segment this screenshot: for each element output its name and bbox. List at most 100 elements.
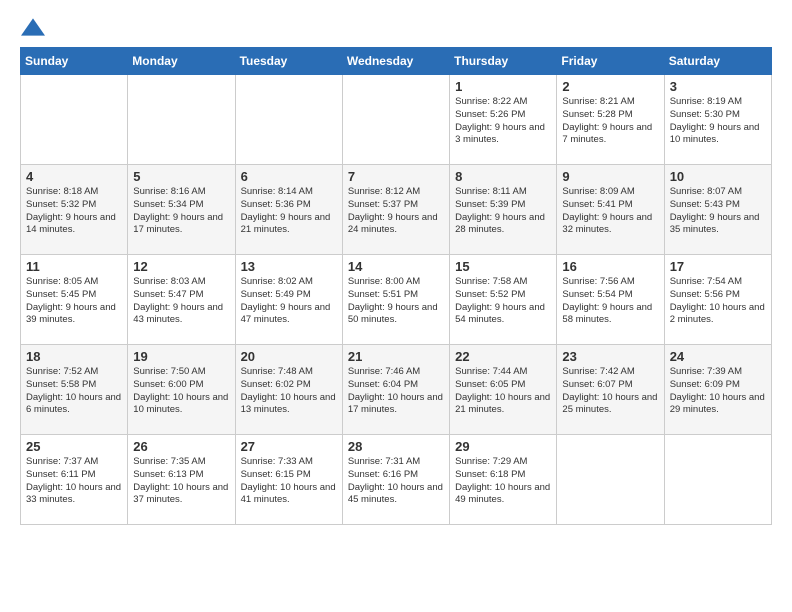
day-info: Sunrise: 8:19 AM Sunset: 5:30 PM Dayligh…	[670, 96, 766, 147]
day-info: Sunrise: 8:11 AM Sunset: 5:39 PM Dayligh…	[455, 186, 551, 237]
header-cell-sunday: Sunday	[21, 48, 128, 75]
header-row: SundayMondayTuesdayWednesdayThursdayFrid…	[21, 48, 772, 75]
day-number: 9	[562, 169, 658, 184]
day-number: 13	[241, 259, 337, 274]
day-cell: 11Sunrise: 8:05 AM Sunset: 5:45 PM Dayli…	[21, 255, 128, 345]
day-number: 17	[670, 259, 766, 274]
day-number: 6	[241, 169, 337, 184]
day-cell: 22 Sunrise: 7:44 AM Sunset: 6:05 PM Dayli…	[450, 345, 557, 435]
day-cell: 2 Sunrise: 8:21 AM Sunset: 5:28 PM Daylig…	[557, 75, 664, 165]
header-cell-saturday: Saturday	[664, 48, 771, 75]
day-info: Sunrise: 7:33 AM Sunset: 6:15 PM Dayligh…	[241, 456, 337, 507]
week-row-5: 25 Sunrise: 7:37 AM Sunset: 6:11 PM Dayli…	[21, 435, 772, 525]
day-info: Sunrise: 7:39 AM Sunset: 6:09 PM Dayligh…	[670, 366, 766, 417]
day-info: Sunrise: 8:16 AM Sunset: 5:34 PM Dayligh…	[133, 186, 229, 237]
day-number: 29	[455, 439, 551, 454]
day-info: Sunrise: 8:18 AM Sunset: 5:32 PM Dayligh…	[26, 186, 122, 237]
day-cell: 3 Sunrise: 8:19 AM Sunset: 5:30 PM Daylig…	[664, 75, 771, 165]
day-cell	[128, 75, 235, 165]
day-info: Sunrise: 8:22 AM Sunset: 5:26 PM Dayligh…	[455, 96, 551, 147]
day-cell	[21, 75, 128, 165]
day-number: 26	[133, 439, 229, 454]
day-number: 3	[670, 79, 766, 94]
day-cell: 6Sunrise: 8:14 AM Sunset: 5:36 PM Daylig…	[235, 165, 342, 255]
day-cell: 28Sunrise: 7:31 AM Sunset: 6:16 PM Dayli…	[342, 435, 449, 525]
day-info: Sunrise: 7:54 AM Sunset: 5:56 PM Dayligh…	[670, 276, 766, 327]
day-cell: 20 Sunrise: 7:48 AM Sunset: 6:02 PM Dayli…	[235, 345, 342, 435]
day-info: Sunrise: 8:03 AM Sunset: 5:47 PM Dayligh…	[133, 276, 229, 327]
day-cell	[664, 435, 771, 525]
day-cell: 7 Sunrise: 8:12 AM Sunset: 5:37 PM Daylig…	[342, 165, 449, 255]
day-cell	[342, 75, 449, 165]
day-info: Sunrise: 7:46 AM Sunset: 6:04 PM Dayligh…	[348, 366, 444, 417]
logo	[20, 16, 46, 37]
day-number: 15	[455, 259, 551, 274]
day-number: 20	[241, 349, 337, 364]
day-cell: 18 Sunrise: 7:52 AM Sunset: 5:58 PM Dayli…	[21, 345, 128, 435]
day-info: Sunrise: 8:12 AM Sunset: 5:37 PM Dayligh…	[348, 186, 444, 237]
day-info: Sunrise: 8:02 AM Sunset: 5:49 PM Dayligh…	[241, 276, 337, 327]
header-cell-wednesday: Wednesday	[342, 48, 449, 75]
day-info: Sunrise: 7:42 AM Sunset: 6:07 PM Dayligh…	[562, 366, 658, 417]
day-cell: 27 Sunrise: 7:33 AM Sunset: 6:15 PM Dayli…	[235, 435, 342, 525]
day-number: 19	[133, 349, 229, 364]
day-number: 5	[133, 169, 229, 184]
day-number: 24	[670, 349, 766, 364]
day-number: 25	[26, 439, 122, 454]
day-number: 7	[348, 169, 444, 184]
week-row-3: 11Sunrise: 8:05 AM Sunset: 5:45 PM Dayli…	[21, 255, 772, 345]
day-number: 12	[133, 259, 229, 274]
day-number: 1	[455, 79, 551, 94]
day-cell: 29 Sunrise: 7:29 AM Sunset: 6:18 PM Dayli…	[450, 435, 557, 525]
day-info: Sunrise: 7:29 AM Sunset: 6:18 PM Dayligh…	[455, 456, 551, 507]
day-cell: 13 Sunrise: 8:02 AM Sunset: 5:49 PM Dayli…	[235, 255, 342, 345]
header-cell-friday: Friday	[557, 48, 664, 75]
day-cell: 5 Sunrise: 8:16 AM Sunset: 5:34 PM Daylig…	[128, 165, 235, 255]
day-info: Sunrise: 7:58 AM Sunset: 5:52 PM Dayligh…	[455, 276, 551, 327]
day-number: 8	[455, 169, 551, 184]
header-cell-tuesday: Tuesday	[235, 48, 342, 75]
header-cell-thursday: Thursday	[450, 48, 557, 75]
day-cell: 24 Sunrise: 7:39 AM Sunset: 6:09 PM Dayli…	[664, 345, 771, 435]
day-number: 21	[348, 349, 444, 364]
day-cell: 23 Sunrise: 7:42 AM Sunset: 6:07 PM Dayli…	[557, 345, 664, 435]
day-info: Sunrise: 7:56 AM Sunset: 5:54 PM Dayligh…	[562, 276, 658, 327]
week-row-4: 18 Sunrise: 7:52 AM Sunset: 5:58 PM Dayli…	[21, 345, 772, 435]
header	[20, 16, 772, 37]
day-cell: 25 Sunrise: 7:37 AM Sunset: 6:11 PM Dayli…	[21, 435, 128, 525]
header-cell-monday: Monday	[128, 48, 235, 75]
day-number: 27	[241, 439, 337, 454]
day-cell: 8 Sunrise: 8:11 AM Sunset: 5:39 PM Daylig…	[450, 165, 557, 255]
day-info: Sunrise: 7:50 AM Sunset: 6:00 PM Dayligh…	[133, 366, 229, 417]
day-number: 2	[562, 79, 658, 94]
day-info: Sunrise: 8:21 AM Sunset: 5:28 PM Dayligh…	[562, 96, 658, 147]
day-info: Sunrise: 8:09 AM Sunset: 5:41 PM Dayligh…	[562, 186, 658, 237]
day-cell: 26 Sunrise: 7:35 AM Sunset: 6:13 PM Dayli…	[128, 435, 235, 525]
day-cell: 14 Sunrise: 8:00 AM Sunset: 5:51 PM Dayli…	[342, 255, 449, 345]
day-cell	[235, 75, 342, 165]
day-cell: 10Sunrise: 8:07 AM Sunset: 5:43 PM Dayli…	[664, 165, 771, 255]
day-info: Sunrise: 7:48 AM Sunset: 6:02 PM Dayligh…	[241, 366, 337, 417]
day-info: Sunrise: 8:07 AM Sunset: 5:43 PM Dayligh…	[670, 186, 766, 237]
day-info: Sunrise: 7:37 AM Sunset: 6:11 PM Dayligh…	[26, 456, 122, 507]
day-number: 14	[348, 259, 444, 274]
day-cell: 4 Sunrise: 8:18 AM Sunset: 5:32 PM Daylig…	[21, 165, 128, 255]
day-number: 18	[26, 349, 122, 364]
day-cell: 17 Sunrise: 7:54 AM Sunset: 5:56 PM Dayli…	[664, 255, 771, 345]
day-number: 28	[348, 439, 444, 454]
page-container: SundayMondayTuesdayWednesdayThursdayFrid…	[0, 0, 792, 541]
day-cell: 12 Sunrise: 8:03 AM Sunset: 5:47 PM Dayli…	[128, 255, 235, 345]
week-row-1: 1 Sunrise: 8:22 AM Sunset: 5:26 PM Daylig…	[21, 75, 772, 165]
day-number: 23	[562, 349, 658, 364]
day-info: Sunrise: 8:00 AM Sunset: 5:51 PM Dayligh…	[348, 276, 444, 327]
day-cell: 21 Sunrise: 7:46 AM Sunset: 6:04 PM Dayli…	[342, 345, 449, 435]
day-info: Sunrise: 7:35 AM Sunset: 6:13 PM Dayligh…	[133, 456, 229, 507]
day-number: 4	[26, 169, 122, 184]
day-cell: 9 Sunrise: 8:09 AM Sunset: 5:41 PM Daylig…	[557, 165, 664, 255]
day-cell: 1 Sunrise: 8:22 AM Sunset: 5:26 PM Daylig…	[450, 75, 557, 165]
day-info: Sunrise: 7:52 AM Sunset: 5:58 PM Dayligh…	[26, 366, 122, 417]
day-cell	[557, 435, 664, 525]
day-number: 16	[562, 259, 658, 274]
day-number: 22	[455, 349, 551, 364]
day-info: Sunrise: 7:44 AM Sunset: 6:05 PM Dayligh…	[455, 366, 551, 417]
